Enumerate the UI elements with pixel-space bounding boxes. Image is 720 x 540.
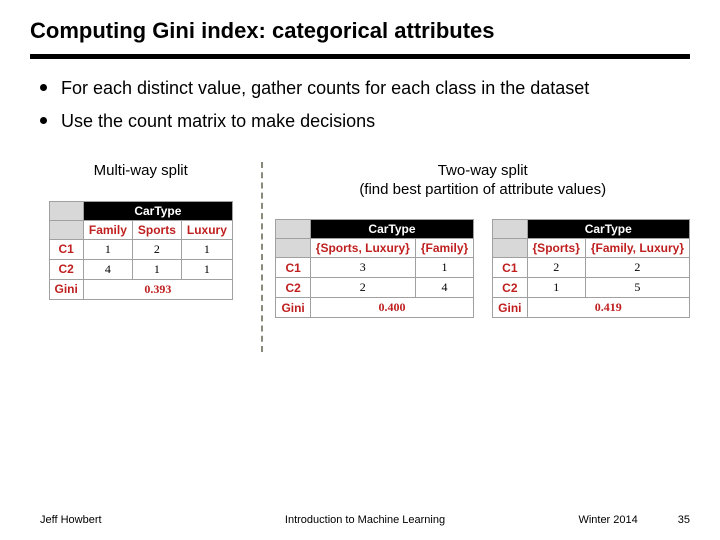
gini-value: 0.419 bbox=[527, 298, 689, 318]
bullet-text: For each distinct value, gather counts f… bbox=[61, 77, 589, 100]
cell: 1 bbox=[83, 239, 132, 259]
twoway-title: Two-way split (find best partition of at… bbox=[359, 162, 606, 200]
cell: 1 bbox=[415, 258, 473, 278]
slide-title: Computing Gini index: categorical attrib… bbox=[0, 0, 720, 54]
bullet-dot-icon bbox=[40, 117, 47, 124]
cell: 2 bbox=[585, 258, 689, 278]
col-header: {Sports, Luxury} bbox=[310, 239, 415, 258]
cell: 2 bbox=[310, 278, 415, 298]
col-header: Luxury bbox=[181, 220, 232, 239]
table-corner bbox=[493, 220, 527, 239]
table-corner bbox=[493, 239, 527, 258]
bullet-item: For each distinct value, gather counts f… bbox=[40, 77, 680, 100]
footer-course: Introduction to Machine Learning bbox=[40, 514, 690, 526]
multiway-column: Multi-way split CarType Family Sports Lu… bbox=[30, 162, 251, 352]
bullet-list: For each distinct value, gather counts f… bbox=[0, 77, 720, 134]
gini-label: Gini bbox=[49, 279, 83, 299]
cell: 1 bbox=[181, 239, 232, 259]
twoway-title-line2: (find best partition of attribute values… bbox=[359, 181, 606, 198]
cell: 4 bbox=[83, 259, 132, 279]
cell: 5 bbox=[585, 278, 689, 298]
gini-value: 0.393 bbox=[83, 279, 232, 299]
bullet-item: Use the count matrix to make decisions bbox=[40, 110, 680, 133]
cell: 2 bbox=[527, 258, 585, 278]
row-label-c1: C1 bbox=[276, 258, 310, 278]
multiway-table: CarType Family Sports Luxury C1 1 2 1 C2… bbox=[49, 201, 233, 300]
bullet-dot-icon bbox=[40, 84, 47, 91]
multiway-title: Multi-way split bbox=[94, 162, 188, 181]
table-corner bbox=[276, 220, 310, 239]
col-header: {Sports} bbox=[527, 239, 585, 258]
cartype-header: CarType bbox=[527, 220, 689, 239]
table-corner bbox=[49, 201, 83, 220]
twoway-table-b: CarType {Sports} {Family, Luxury} C1 2 2… bbox=[492, 219, 690, 318]
cell: 1 bbox=[132, 259, 181, 279]
twoway-title-line1: Two-way split bbox=[438, 162, 528, 179]
cartype-header: CarType bbox=[83, 201, 232, 220]
cell: 2 bbox=[132, 239, 181, 259]
gini-value: 0.400 bbox=[310, 298, 473, 318]
row-label-c2: C2 bbox=[49, 259, 83, 279]
row-label-c2: C2 bbox=[276, 278, 310, 298]
twoway-column: Two-way split (find best partition of at… bbox=[275, 162, 690, 352]
content-columns: Multi-way split CarType Family Sports Lu… bbox=[0, 144, 720, 352]
col-header: {Family, Luxury} bbox=[585, 239, 689, 258]
cartype-header: CarType bbox=[310, 220, 473, 239]
row-label-c1: C1 bbox=[49, 239, 83, 259]
twoway-table-a: CarType {Sports, Luxury} {Family} C1 3 1… bbox=[275, 219, 474, 318]
row-label-c1: C1 bbox=[493, 258, 527, 278]
col-header: Sports bbox=[132, 220, 181, 239]
gini-label: Gini bbox=[493, 298, 527, 318]
cell: 1 bbox=[181, 259, 232, 279]
col-header: Family bbox=[83, 220, 132, 239]
twoway-tables-row: CarType {Sports, Luxury} {Family} C1 3 1… bbox=[275, 219, 690, 318]
cell: 1 bbox=[527, 278, 585, 298]
cell: 4 bbox=[415, 278, 473, 298]
vertical-separator bbox=[261, 162, 263, 352]
table-corner bbox=[276, 239, 310, 258]
table-corner bbox=[49, 220, 83, 239]
col-header: {Family} bbox=[415, 239, 473, 258]
gini-label: Gini bbox=[276, 298, 310, 318]
title-divider bbox=[30, 54, 690, 59]
cell: 3 bbox=[310, 258, 415, 278]
slide-footer: Jeff Howbert Introduction to Machine Lea… bbox=[40, 514, 690, 526]
row-label-c2: C2 bbox=[493, 278, 527, 298]
bullet-text: Use the count matrix to make decisions bbox=[61, 110, 375, 133]
